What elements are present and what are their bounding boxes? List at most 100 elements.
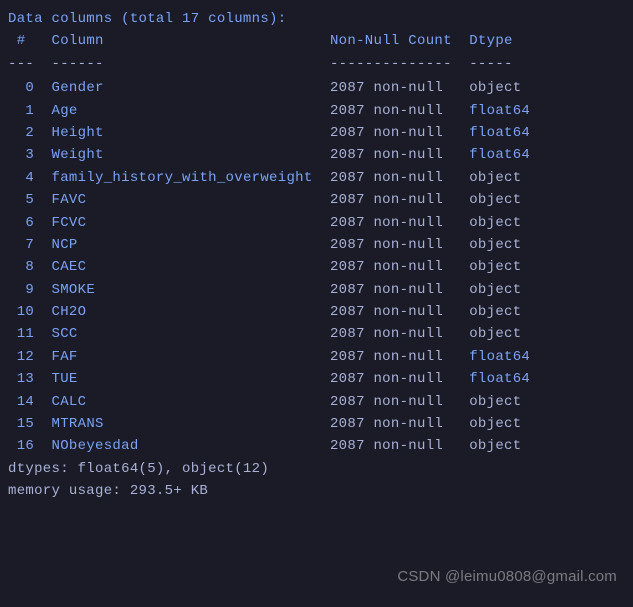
row-index: 8 xyxy=(8,259,34,275)
row-index: 11 xyxy=(8,326,34,342)
row-nonnull-count: 2087 xyxy=(330,237,365,253)
row-dtype: object xyxy=(469,170,521,186)
col-nncount-header: Non-Null Count xyxy=(330,33,452,49)
data-row: 16 NObeyesdad 2087 non-null object xyxy=(8,435,625,457)
row-nonnull-text: non-null xyxy=(373,349,443,365)
row-dtype: object xyxy=(469,237,521,253)
row-column-name: TUE xyxy=(52,371,313,387)
dash-idx: --- xyxy=(8,56,34,72)
col-idx-header: # xyxy=(8,33,25,49)
row-dtype: object xyxy=(469,304,521,320)
data-row: 3 Weight 2087 non-null float64 xyxy=(8,144,625,166)
row-dtype: float64 xyxy=(469,371,530,387)
row-nonnull-text: non-null xyxy=(373,80,443,96)
row-dtype: object xyxy=(469,192,521,208)
row-dtype: object xyxy=(469,326,521,342)
row-nonnull-count: 2087 xyxy=(330,394,365,410)
row-nonnull-text: non-null xyxy=(373,147,443,163)
data-row: 4 family_history_with_overweight 2087 no… xyxy=(8,167,625,189)
row-nonnull-text: non-null xyxy=(373,237,443,253)
row-dtype: object xyxy=(469,215,521,231)
row-nonnull-text: non-null xyxy=(373,103,443,119)
data-row: 9 SMOKE 2087 non-null object xyxy=(8,279,625,301)
row-dtype: object xyxy=(469,416,521,432)
row-index: 16 xyxy=(8,438,34,454)
row-nonnull-count: 2087 xyxy=(330,80,365,96)
data-row: 7 NCP 2087 non-null object xyxy=(8,234,625,256)
row-column-name: SMOKE xyxy=(52,282,313,298)
row-nonnull-text: non-null xyxy=(373,192,443,208)
data-row: 11 SCC 2087 non-null object xyxy=(8,323,625,345)
dtypes-summary: dtypes: float64(5), object(12) xyxy=(8,458,625,480)
row-column-name: FAF xyxy=(52,349,313,365)
row-column-name: Weight xyxy=(52,147,313,163)
row-nonnull-text: non-null xyxy=(373,259,443,275)
col-dtype-header: Dtype xyxy=(469,33,513,49)
dashes-row: --- ------ -------------- ----- xyxy=(8,53,625,75)
row-column-name: MTRANS xyxy=(52,416,313,432)
row-index: 14 xyxy=(8,394,34,410)
row-dtype: float64 xyxy=(469,349,530,365)
row-column-name: Gender xyxy=(52,80,313,96)
column-header-row: # Column Non-Null Count Dtype xyxy=(8,30,625,52)
row-dtype: object xyxy=(469,394,521,410)
data-row: 1 Age 2087 non-null float64 xyxy=(8,100,625,122)
data-row: 6 FCVC 2087 non-null object xyxy=(8,212,625,234)
info-header: Data columns (total 17 columns): xyxy=(8,8,625,30)
row-dtype: float64 xyxy=(469,125,530,141)
row-dtype: float64 xyxy=(469,103,530,119)
row-index: 0 xyxy=(8,80,34,96)
row-index: 6 xyxy=(8,215,34,231)
data-row: 0 Gender 2087 non-null object xyxy=(8,77,625,99)
row-index: 13 xyxy=(8,371,34,387)
row-nonnull-count: 2087 xyxy=(330,125,365,141)
row-index: 12 xyxy=(8,349,34,365)
dash-dtype: ----- xyxy=(469,56,513,72)
row-index: 3 xyxy=(8,147,34,163)
row-nonnull-count: 2087 xyxy=(330,170,365,186)
row-nonnull-text: non-null xyxy=(373,416,443,432)
row-dtype: object xyxy=(469,80,521,96)
data-row: 8 CAEC 2087 non-null object xyxy=(8,256,625,278)
data-row: 15 MTRANS 2087 non-null object xyxy=(8,413,625,435)
row-index: 10 xyxy=(8,304,34,320)
row-nonnull-count: 2087 xyxy=(330,259,365,275)
row-column-name: SCC xyxy=(52,326,313,342)
row-column-name: CH2O xyxy=(52,304,313,320)
row-dtype: object xyxy=(469,259,521,275)
data-row: 13 TUE 2087 non-null float64 xyxy=(8,368,625,390)
memory-summary: memory usage: 293.5+ KB xyxy=(8,480,625,502)
row-nonnull-text: non-null xyxy=(373,282,443,298)
row-nonnull-count: 2087 xyxy=(330,304,365,320)
row-nonnull-count: 2087 xyxy=(330,282,365,298)
row-dtype: object xyxy=(469,438,521,454)
dash-column: ------ xyxy=(52,56,104,72)
row-nonnull-count: 2087 xyxy=(330,103,365,119)
row-nonnull-count: 2087 xyxy=(330,371,365,387)
row-nonnull-count: 2087 xyxy=(330,416,365,432)
row-nonnull-count: 2087 xyxy=(330,349,365,365)
row-nonnull-text: non-null xyxy=(373,170,443,186)
row-index: 9 xyxy=(8,282,34,298)
data-row: 5 FAVC 2087 non-null object xyxy=(8,189,625,211)
row-column-name: CAEC xyxy=(52,259,313,275)
row-dtype: float64 xyxy=(469,147,530,163)
data-row: 2 Height 2087 non-null float64 xyxy=(8,122,625,144)
dash-nncount: -------------- xyxy=(330,56,452,72)
row-nonnull-count: 2087 xyxy=(330,438,365,454)
row-column-name: FAVC xyxy=(52,192,313,208)
row-column-name: NObeyesdad xyxy=(52,438,313,454)
row-index: 4 xyxy=(8,170,34,186)
row-nonnull-text: non-null xyxy=(373,215,443,231)
data-rows: 0 Gender 2087 non-null object 1 Age 2087… xyxy=(8,77,625,458)
row-column-name: FCVC xyxy=(52,215,313,231)
row-dtype: object xyxy=(469,282,521,298)
row-nonnull-count: 2087 xyxy=(330,192,365,208)
row-index: 15 xyxy=(8,416,34,432)
col-name-header: Column xyxy=(52,33,104,49)
row-nonnull-count: 2087 xyxy=(330,326,365,342)
row-nonnull-text: non-null xyxy=(373,125,443,141)
row-column-name: Age xyxy=(52,103,313,119)
row-nonnull-text: non-null xyxy=(373,438,443,454)
data-row: 12 FAF 2087 non-null float64 xyxy=(8,346,625,368)
